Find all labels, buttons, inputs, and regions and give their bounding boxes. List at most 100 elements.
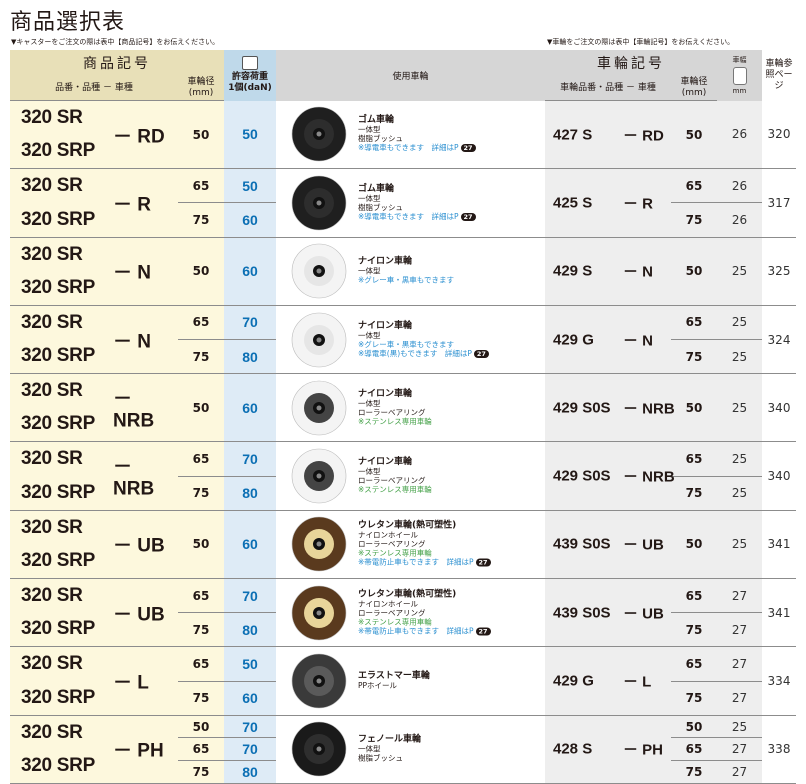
wheel-code-suffix: － N <box>623 263 654 281</box>
wheel-code-suffix: － UB <box>623 536 664 554</box>
wheel-code-cell: 429 G － L <box>545 646 671 716</box>
wheel-code-suffix: － R <box>623 195 654 213</box>
used-wheel-cell: ゴム車輪 一体型 樹脂ブッシュ ※導電車もできます 詳細はP 27 <box>276 100 545 170</box>
load-cell: 70 80 <box>224 305 276 375</box>
header-load: 許容荷重 1個(daN) <box>224 50 276 101</box>
wheel-desc-line: ローラーベアリング <box>358 608 426 618</box>
wwidth-value: 27 <box>731 656 748 671</box>
used-wheel-cell: ゴム車輪 一体型 樹脂ブッシュ ※導電車もできます 詳細はP 27 <box>276 168 545 238</box>
wheel-image <box>291 175 347 231</box>
wheel-dia2-cell: 50 <box>671 100 717 170</box>
product-type-suffix: － R <box>113 194 152 216</box>
wheel-desc-line: 樹脂ブッシュ <box>358 202 403 212</box>
used-wheel-cell: フェノール車輪 一体型 樹脂ブッシュ <box>276 715 545 784</box>
wheel-code-cell: 439 S0S － UB <box>545 578 671 648</box>
header-product-sub: 品番・品種 － 車種 <box>10 76 178 101</box>
load-cell: 60 <box>224 510 276 580</box>
product-code-cell: 320 SR 320 SRP － L <box>10 646 178 716</box>
product-name-sr: 320 SR <box>21 311 83 333</box>
product-type-suffix: － L <box>113 672 149 694</box>
header-wheel-width-label: 車幅 <box>732 56 747 65</box>
load-value: 60 <box>224 202 276 236</box>
dia-value: 50 <box>192 127 210 142</box>
wheel-code-name: 429 S0S <box>553 467 611 485</box>
header-wheel-dia2-unit: (mm) <box>681 88 707 98</box>
wdia-value: 65 <box>685 656 703 671</box>
wheel-code-name: 429 S <box>553 262 593 280</box>
table-row: 320 SR 320 SRP － L 65 75 50 60 エラストマー車輪 PP… <box>10 646 796 716</box>
wdia-value: 50 <box>685 127 703 142</box>
product-name-srp: 320 SRP <box>21 413 95 435</box>
product-code-cell: 320 SR 320 SRP － RD <box>10 100 178 170</box>
wheel-dia-cell: 50 <box>178 237 224 306</box>
wheel-width-cell: 25 <box>717 237 762 306</box>
wheel-desc-line: ※ステンレス専用車輪 <box>358 617 432 627</box>
product-name-srp: 320 SRP <box>21 208 95 230</box>
wwidth-value: 26 <box>731 127 748 142</box>
wwidth-value: 25 <box>731 719 748 734</box>
load-cell: 70 80 <box>224 578 276 648</box>
wheel-dia2-cell: 50 <box>671 237 717 306</box>
dia-value: 65 <box>192 452 210 467</box>
wheel-type-title: ゴム車輪 <box>358 115 395 126</box>
dia-value: 65 <box>192 178 210 193</box>
wheel-desc-line: ※導電車もできます 詳細はP 27 <box>358 143 476 153</box>
dia-value: 75 <box>178 612 224 646</box>
header-load-unit: 1個(daN) <box>228 83 272 94</box>
order-note-product: ▼キャスターをご注文の際は表中【商品記号】をお伝えください。 <box>11 38 220 46</box>
wheel-dia2-cell: 65 75 <box>671 168 717 238</box>
load-value: 60 <box>242 263 258 280</box>
table-row: 320 SR 320 SRP － UB 65 75 70 80 ウレタン車輪(熱可塑… <box>10 578 796 648</box>
load-value: 50 <box>242 126 258 143</box>
wheel-width-icon <box>732 67 747 86</box>
ref-page-cell: 338 <box>762 715 796 784</box>
wheel-type-title: ナイロン車輪 <box>358 457 413 468</box>
wheel-type-title: ウレタン車輪(熱可塑性) <box>358 589 457 600</box>
wheel-code-cell: 428 S － PH <box>545 715 671 784</box>
wdia-value: 75 <box>671 612 717 646</box>
wheel-desc-line: ※グレー車・黒車もできます <box>358 339 454 349</box>
product-name-sr: 320 SR <box>21 107 83 128</box>
header-wheel-code: 車輪記号 <box>545 50 717 76</box>
table-row: 320 SR 320 SRP － N 50 60 ナイロン車輪 一体型 ※グレー車… <box>10 237 796 306</box>
wwidth-value: 26 <box>731 178 748 193</box>
wheel-code-name: 425 S <box>553 194 593 212</box>
load-value: 70 <box>224 737 276 760</box>
wwidth-value: 27 <box>717 680 762 715</box>
wheel-code-name: 429 G <box>553 331 594 349</box>
wheel-image <box>291 312 347 367</box>
product-name-sr: 320 SR <box>21 448 83 470</box>
product-type-suffix: － RD <box>113 126 165 148</box>
load-value: 80 <box>224 760 276 783</box>
product-code-cell: 320 SR 320 SRP － PH <box>10 715 178 784</box>
dia-value: 65 <box>178 737 224 760</box>
load-value: 80 <box>224 339 276 373</box>
wheel-dia-cell: 65 75 <box>178 168 224 238</box>
page-badge: 27 <box>475 558 491 567</box>
wheel-desc-line: ローラーベアリング <box>358 539 426 549</box>
wheel-code-name: 429 S0S <box>553 399 611 417</box>
load-cell: 60 <box>224 237 276 306</box>
wheel-description: フェノール車輪 一体型 樹脂ブッシュ <box>358 735 421 763</box>
header-used-wheel: 使用車輪 <box>276 50 545 101</box>
product-type-suffix: － NRB <box>113 388 155 432</box>
page-badge: 27 <box>460 144 476 153</box>
product-name-sr: 320 SR <box>21 516 83 538</box>
wheel-code-cell: 429 S － N <box>545 237 671 306</box>
dia-value: 75 <box>178 680 224 715</box>
table-row: 320 SR 320 SRP － PH 50 65 75 70 70 80 フェノール車… <box>10 715 796 784</box>
wheel-code-suffix: － NRB <box>623 400 675 418</box>
wheel-width-cell: 25 27 27 <box>717 715 762 784</box>
product-name-sr: 320 SR <box>21 380 83 402</box>
wheel-image <box>291 722 347 777</box>
wheel-type-title: ナイロン車輪 <box>358 388 413 399</box>
load-cell: 70 80 <box>224 441 276 511</box>
product-code-cell: 320 SR 320 SRP － UB <box>10 578 178 648</box>
product-code-cell: 320 SR 320 SRP － NRB <box>10 441 178 511</box>
wheel-image <box>291 517 347 572</box>
product-type-suffix: － NRB <box>113 456 155 500</box>
wheel-dia-cell: 65 75 <box>178 441 224 511</box>
dia-value: 75 <box>178 760 224 783</box>
load-value: 70 <box>242 451 258 468</box>
load-value: 60 <box>242 399 258 416</box>
